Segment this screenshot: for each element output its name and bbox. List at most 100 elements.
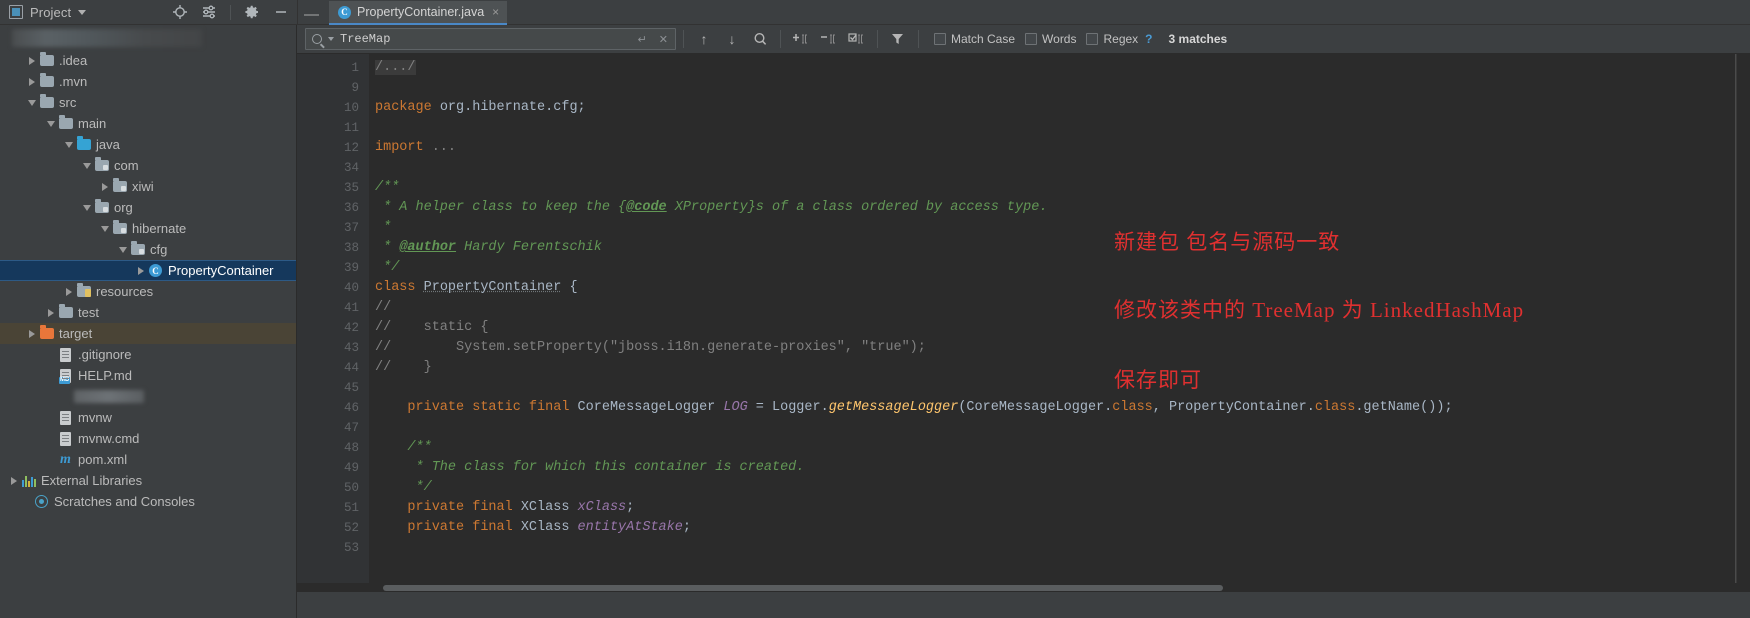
code-line[interactable]: /.../ [369, 58, 1750, 78]
regex-checkbox[interactable]: Regex [1086, 32, 1138, 46]
checkbox-box[interactable] [1086, 33, 1099, 45]
code-line[interactable]: // System.setProperty("jboss.i18n.genera… [369, 338, 1750, 358]
tree-item-mvnw-cmd[interactable]: mvnw.cmd [0, 428, 296, 449]
tree-item-org[interactable]: org [0, 197, 296, 218]
code-line[interactable]: import ... [369, 138, 1750, 158]
code-line[interactable]: // static { [369, 318, 1750, 338]
sliders-icon[interactable] [201, 4, 217, 20]
locate-icon[interactable] [172, 4, 188, 20]
minimize-icon[interactable] [273, 4, 289, 20]
tree-item-pom-xml[interactable]: m pom.xml [0, 449, 296, 470]
tree-item-src[interactable]: src [0, 92, 296, 113]
search-history-chevron-icon[interactable] [328, 37, 334, 41]
source-folder-icon [75, 136, 92, 150]
code-line[interactable]: private final XClass entityAtStake; [369, 518, 1750, 538]
hide-tabs-icon[interactable]: — [298, 7, 329, 25]
code-line[interactable]: // } [369, 358, 1750, 378]
expand-arrow-icon[interactable] [25, 77, 38, 86]
regex-help-icon[interactable]: ? [1145, 32, 1152, 46]
code-text-area[interactable]: /.../ package org.hibernate.cfg; import … [369, 54, 1750, 592]
find-in-selection-button[interactable] [747, 27, 773, 51]
code-line[interactable] [369, 158, 1750, 178]
expand-arrow-icon[interactable] [25, 329, 38, 338]
filter-search-results-button[interactable] [885, 27, 911, 51]
tree-item-idea[interactable]: .idea [0, 50, 296, 71]
tree-item-property-container[interactable]: C PropertyContainer [0, 260, 296, 281]
tree-item-scratches-and-consoles[interactable]: Scratches and Consoles [0, 491, 296, 512]
collapse-arrow-icon[interactable] [62, 141, 75, 148]
code-line[interactable]: private final XClass xClass; [369, 498, 1750, 518]
tree-item-resources[interactable]: resources [0, 281, 296, 302]
tree-item-test[interactable]: test [0, 302, 296, 323]
tree-item-cfg[interactable]: cfg [0, 239, 296, 260]
tree-item-help-md[interactable]: MD HELP.md [0, 365, 296, 386]
code-editor[interactable]: 1 9 10 11 12 34 35 36 37 38 39 40 41 42 [297, 54, 1750, 592]
remove-occurrence-button[interactable] [816, 27, 842, 51]
line-number: 38 [343, 241, 359, 255]
collapse-arrow-icon[interactable] [25, 99, 38, 106]
tree-item-main[interactable]: main [0, 113, 296, 134]
expand-arrow-icon[interactable] [44, 308, 57, 317]
tree-item-mvnw[interactable]: mvnw [0, 407, 296, 428]
tree-item-hibernate[interactable]: hibernate [0, 218, 296, 239]
code-line[interactable]: // [369, 298, 1750, 318]
enter-newline-icon[interactable]: ↵ [635, 33, 650, 46]
collapse-arrow-icon[interactable] [80, 204, 93, 211]
gear-icon[interactable] [244, 4, 260, 20]
expand-arrow-icon[interactable] [62, 287, 75, 296]
horizontal-scrollbar[interactable] [297, 583, 1750, 592]
code-line[interactable] [369, 118, 1750, 138]
code-line[interactable]: package org.hibernate.cfg; [369, 98, 1750, 118]
tree-item-mvn[interactable]: .mvn [0, 71, 296, 92]
code-line[interactable]: */ [369, 258, 1750, 278]
tree-item-label: com [114, 158, 139, 173]
checkbox-box[interactable] [1025, 33, 1038, 45]
editor-marker-scrollbar[interactable] [1736, 54, 1750, 592]
code-line[interactable]: * @author Hardy Ferentschik [369, 238, 1750, 258]
line-number: 47 [343, 421, 359, 435]
add-selection-next-occurrence-button[interactable] [788, 27, 814, 51]
close-icon[interactable]: × [492, 6, 499, 18]
expand-arrow-icon[interactable] [25, 56, 38, 65]
match-case-checkbox[interactable]: Match Case [934, 32, 1015, 46]
tree-item-blurred-file[interactable] [0, 386, 296, 407]
expand-arrow-icon[interactable] [7, 476, 20, 485]
code-line[interactable]: /** [369, 438, 1750, 458]
code-line[interactable]: class PropertyContainer { [369, 278, 1750, 298]
collapse-arrow-icon[interactable] [116, 246, 129, 253]
tab-property-container-java[interactable]: C PropertyContainer.java × [329, 1, 508, 25]
tree-item-java[interactable]: java [0, 134, 296, 155]
tree-item-gitignore[interactable]: .gitignore [0, 344, 296, 365]
tree-item-target[interactable]: target [0, 323, 296, 344]
words-checkbox[interactable]: Words [1025, 32, 1076, 46]
clear-icon[interactable]: ✕ [656, 33, 671, 46]
search-input-value[interactable]: TreeMap [340, 32, 629, 46]
code-line[interactable] [369, 418, 1750, 438]
line-number-gutter[interactable]: 1 9 10 11 12 34 35 36 37 38 39 40 41 42 [297, 54, 369, 592]
expand-arrow-icon[interactable] [134, 266, 147, 275]
code-line[interactable]: * A helper class to keep the {@code XPro… [369, 198, 1750, 218]
expand-arrow-icon[interactable] [98, 182, 111, 191]
code-line[interactable] [369, 78, 1750, 98]
chevron-down-icon[interactable] [78, 9, 87, 15]
tree-item-external-libraries[interactable]: External Libraries [0, 470, 296, 491]
find-next-button[interactable]: ↓ [719, 27, 745, 51]
collapse-arrow-icon[interactable] [98, 225, 111, 232]
select-all-occurrences-button[interactable] [844, 27, 870, 51]
search-input[interactable]: TreeMap ↵ ✕ [305, 28, 676, 50]
project-tree[interactable]: .idea .mvn src main java com xiwi org hi… [0, 25, 297, 618]
tree-item-com[interactable]: com [0, 155, 296, 176]
code-line[interactable]: /** [369, 178, 1750, 198]
collapse-arrow-icon[interactable] [80, 162, 93, 169]
code-line[interactable]: */ [369, 478, 1750, 498]
code-line[interactable]: private static final CoreMessageLogger L… [369, 398, 1750, 418]
collapse-arrow-icon[interactable] [44, 120, 57, 127]
code-line[interactable] [369, 378, 1750, 398]
find-previous-button[interactable]: ↑ [691, 27, 717, 51]
code-line[interactable]: * [369, 218, 1750, 238]
code-text: = Logger. [747, 400, 829, 415]
code-line[interactable]: * The class for which this container is … [369, 458, 1750, 478]
tree-item-xiwi[interactable]: xiwi [0, 176, 296, 197]
checkbox-box[interactable] [934, 33, 946, 45]
